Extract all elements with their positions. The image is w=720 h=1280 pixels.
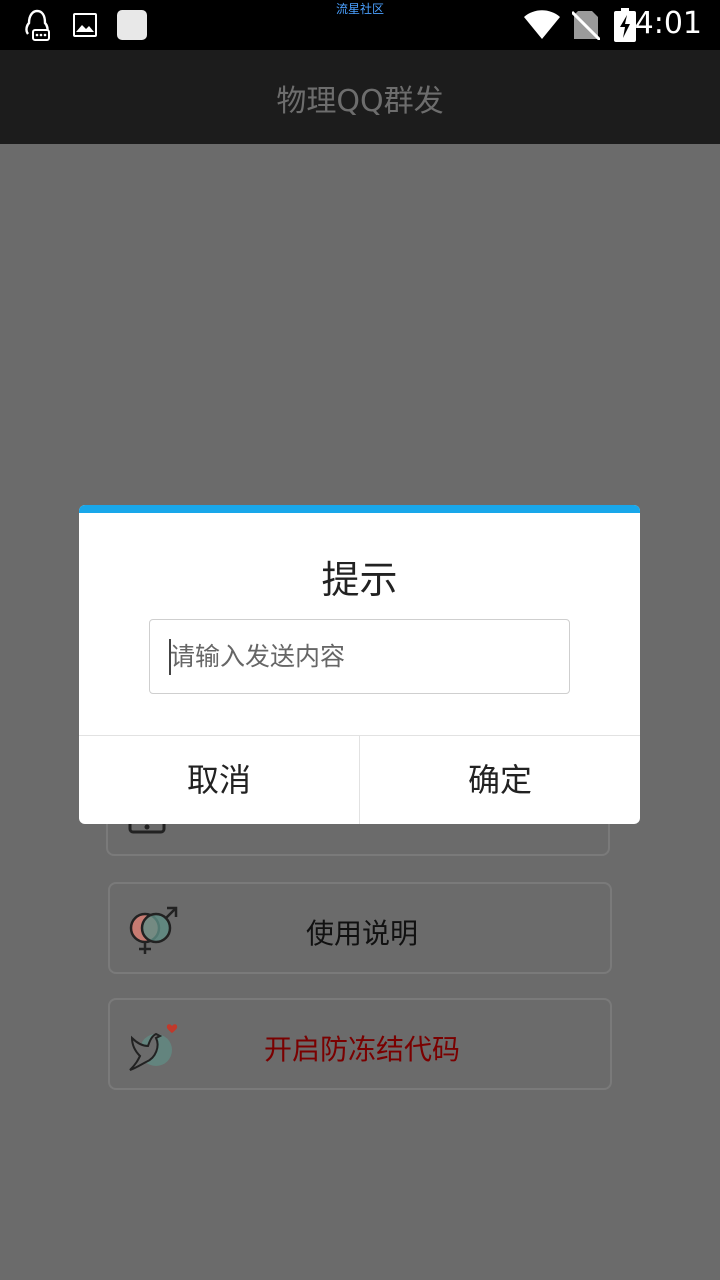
watermark-text: 流星社区 <box>335 2 384 16</box>
dialog-title: 提示 <box>321 558 398 602</box>
app-title-bar: 物理QQ群发 <box>0 50 720 144</box>
text-cursor <box>169 639 171 675</box>
confirm-button[interactable]: 确定 <box>360 736 640 824</box>
battery-charging-icon <box>614 8 636 42</box>
message-input[interactable] <box>150 620 569 693</box>
prompt-dialog: 提示 取消 确定 <box>79 505 640 824</box>
card-instructions-label: 使用说明 <box>305 917 418 950</box>
image-notification-icon <box>73 13 97 37</box>
no-sim-icon <box>572 10 600 40</box>
app-title: 物理QQ群发 <box>276 84 444 119</box>
status-bar: 流星社区 4:01 <box>0 0 720 50</box>
card-anti-freeze[interactable]: 开启防冻结代码 <box>108 998 612 1090</box>
cancel-button[interactable]: 取消 <box>79 736 359 824</box>
card-anti-freeze-label: 开启防冻结代码 <box>263 1033 460 1066</box>
app-notification-icon <box>117 10 147 40</box>
dialog-accent-bar <box>79 505 640 513</box>
wifi-icon <box>524 10 560 39</box>
status-time: 4:01 <box>634 6 702 41</box>
message-input-box[interactable] <box>149 619 570 694</box>
qq-notification-icon <box>25 9 50 41</box>
card-instructions[interactable]: 使用说明 <box>108 882 612 974</box>
